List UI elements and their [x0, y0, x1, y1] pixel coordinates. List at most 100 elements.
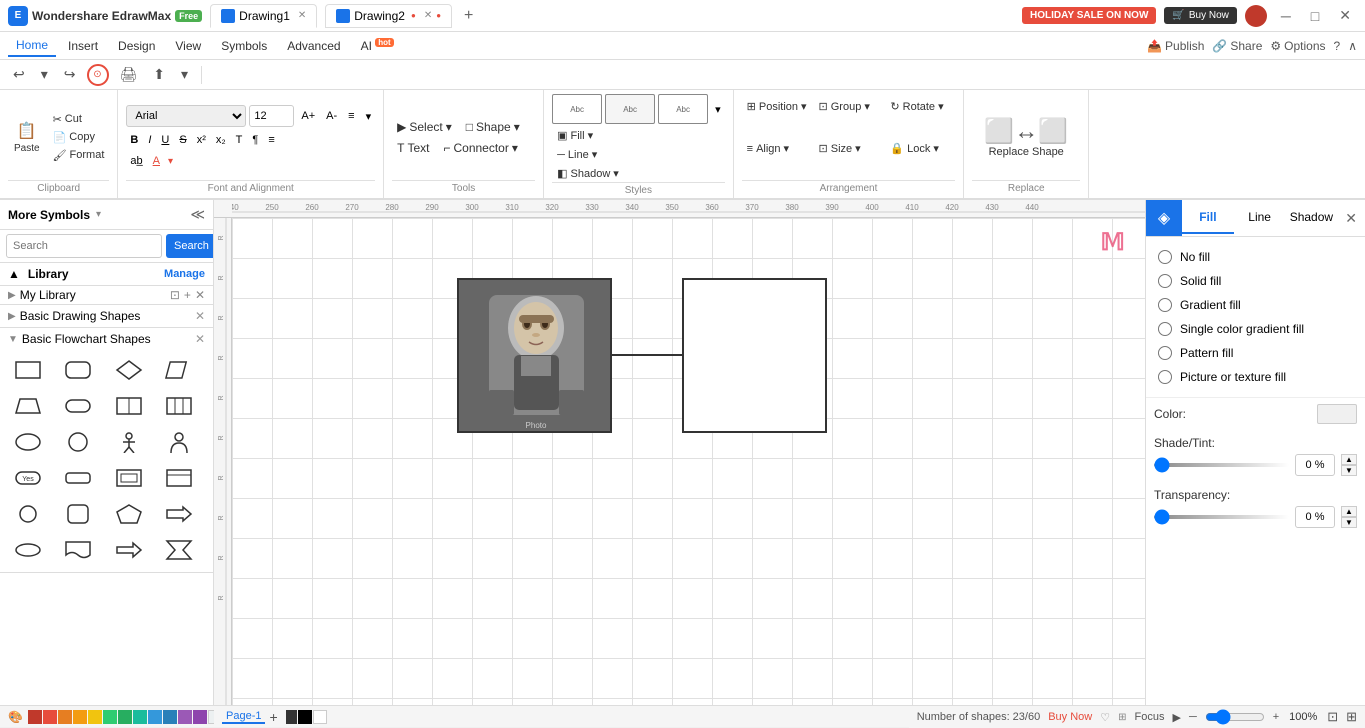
zoom-out-button[interactable]: ─: [1189, 711, 1197, 723]
text-style-button[interactable]: T: [232, 132, 247, 148]
print-button[interactable]: 🖨: [115, 63, 143, 86]
shape-trapezoid[interactable]: [8, 390, 48, 422]
menu-insert[interactable]: Insert: [60, 36, 106, 56]
transparency-slider[interactable]: [1154, 515, 1289, 519]
options-button[interactable]: ⚙ Options: [1270, 39, 1325, 53]
zoom-in-button[interactable]: +: [1273, 711, 1279, 723]
more-styles-button[interactable]: ▾: [711, 101, 725, 118]
color-chip-8[interactable]: [133, 710, 147, 724]
lock-button[interactable]: 🔒 Lock ▾: [885, 140, 955, 157]
gradient-fill-radio[interactable]: [1158, 298, 1172, 312]
holiday-sale-button[interactable]: HOLIDAY SALE ON NOW: [1022, 7, 1156, 24]
save-button[interactable]: ⊙: [87, 64, 109, 86]
menu-ai[interactable]: AI hot: [353, 35, 402, 56]
shape-yes[interactable]: Yes: [8, 462, 48, 494]
align-button[interactable]: ≡ Align ▾: [742, 140, 812, 157]
paragraph-align-dropdown[interactable]: ▾: [362, 108, 376, 125]
collapse-ribbon-button[interactable]: ∧: [1348, 39, 1357, 53]
rotate-button[interactable]: ↻ Rotate ▾: [885, 98, 955, 115]
shape-oval-small[interactable]: [8, 498, 48, 530]
shape-circle[interactable]: [58, 426, 98, 458]
page-tab-page1[interactable]: Page-1: [222, 710, 265, 724]
no-fill-radio[interactable]: [1158, 250, 1172, 264]
size-button[interactable]: ⊡ Size ▾: [814, 140, 884, 157]
bold-button[interactable]: B: [126, 132, 142, 148]
single-gradient-radio[interactable]: [1158, 322, 1172, 336]
connected-shape[interactable]: [682, 278, 827, 433]
my-library-item[interactable]: ▶ My Library ⊡ + ✕: [0, 286, 213, 305]
solid-fill-option[interactable]: Solid fill: [1154, 269, 1357, 293]
cut-button[interactable]: ✂ Cut: [48, 111, 110, 128]
fit-page-button[interactable]: ⊡: [1327, 709, 1338, 725]
color-chip-20[interactable]: [313, 710, 327, 724]
basic-flowchart-header[interactable]: ▼ Basic Flowchart Shapes ✕: [0, 328, 213, 350]
play-button[interactable]: ▶: [1172, 711, 1180, 724]
more-symbols-label[interactable]: More Symbols: [8, 208, 90, 222]
shape-pentagon[interactable]: [109, 498, 149, 530]
tab-close-drawing1[interactable]: ✕: [298, 10, 306, 21]
publish-button[interactable]: 📤 Publish: [1147, 39, 1204, 53]
library-header[interactable]: ▲ Library Manage: [8, 267, 205, 281]
format-more-button[interactable]: ab̲: [126, 153, 146, 169]
shape-ellipse[interactable]: [8, 426, 48, 458]
shade-decrement-button[interactable]: ▼: [1341, 465, 1357, 476]
color-chip-3[interactable]: [58, 710, 72, 724]
shape-hourglass[interactable]: [159, 534, 199, 566]
color-chip-11[interactable]: [178, 710, 192, 724]
shadow-tab[interactable]: Shadow: [1286, 202, 1338, 234]
text-tool-button[interactable]: T Text: [392, 139, 434, 157]
strikethrough-button[interactable]: S: [175, 132, 190, 148]
font-size-decrease-button[interactable]: A-: [322, 108, 341, 124]
fill-tab[interactable]: Fill: [1182, 202, 1234, 234]
shape-tool-button[interactable]: □ Shape ▾: [461, 118, 525, 136]
solid-fill-radio[interactable]: [1158, 274, 1172, 288]
redo-button[interactable]: ↪: [59, 63, 81, 86]
collapse-panel-button[interactable]: ≪: [190, 206, 205, 223]
font-size-input[interactable]: [249, 105, 294, 127]
help-button[interactable]: ?: [1334, 39, 1341, 53]
picture-fill-option[interactable]: Picture or texture fill: [1154, 365, 1357, 389]
style-sample-3[interactable]: Abc: [658, 94, 708, 124]
indent-button[interactable]: ≡: [264, 132, 278, 148]
replace-shape-button[interactable]: ⬜↔⬜ Replace Shape: [972, 109, 1080, 166]
color-chip-9[interactable]: [148, 710, 162, 724]
font-size-increase-button[interactable]: A+: [297, 108, 319, 124]
transparency-decrement-button[interactable]: ▼: [1341, 517, 1357, 528]
shadow-button[interactable]: ◧ Shadow ▾: [552, 165, 725, 182]
transparency-increment-button[interactable]: ▲: [1341, 506, 1357, 517]
canvas[interactable]: Photo 𝕄: [232, 218, 1145, 705]
shape-rect[interactable]: [8, 354, 48, 386]
shape-triple-rect[interactable]: [159, 390, 199, 422]
copy-button[interactable]: 📄 Copy: [48, 129, 110, 146]
color-chip-1[interactable]: [28, 710, 42, 724]
menu-home[interactable]: Home: [8, 35, 56, 57]
shape-diamond[interactable]: [109, 354, 149, 386]
shade-tint-slider[interactable]: [1154, 463, 1289, 467]
position-button[interactable]: ⊞ Position ▾: [742, 98, 812, 115]
color-chip-2[interactable]: [43, 710, 57, 724]
menu-design[interactable]: Design: [110, 36, 163, 56]
tab-drawing2[interactable]: Drawing2 ● ✕: [325, 4, 452, 28]
shape-arrow-right[interactable]: [159, 498, 199, 530]
zoom-slider[interactable]: [1205, 709, 1265, 725]
undo-dropdown-button[interactable]: ▾: [36, 63, 53, 86]
color-chip-7[interactable]: [118, 710, 132, 724]
manage-button[interactable]: Manage: [164, 268, 205, 280]
single-gradient-option[interactable]: Single color gradient fill: [1154, 317, 1357, 341]
shape-stadium[interactable]: [58, 390, 98, 422]
color-chip-19[interactable]: [298, 710, 312, 724]
buy-now-button[interactable]: 🛒 Buy Now: [1164, 7, 1236, 24]
new-tab-button[interactable]: +: [460, 7, 477, 25]
group-button[interactable]: ⊡ Group ▾: [814, 98, 884, 115]
pattern-fill-radio[interactable]: [1158, 346, 1172, 360]
basic-drawing-close[interactable]: ✕: [195, 309, 205, 323]
line-tab[interactable]: Line: [1234, 202, 1286, 234]
minimize-button[interactable]: ─: [1275, 6, 1297, 26]
my-library-add-button[interactable]: +: [184, 288, 191, 302]
superscript-button[interactable]: x²: [193, 132, 210, 148]
focus-button[interactable]: Focus: [1135, 711, 1165, 723]
close-button[interactable]: ✕: [1333, 5, 1357, 26]
share-button[interactable]: 🔗 Share: [1212, 39, 1262, 53]
shape-person-head[interactable]: [159, 426, 199, 458]
shade-increment-button[interactable]: ▲: [1341, 454, 1357, 465]
